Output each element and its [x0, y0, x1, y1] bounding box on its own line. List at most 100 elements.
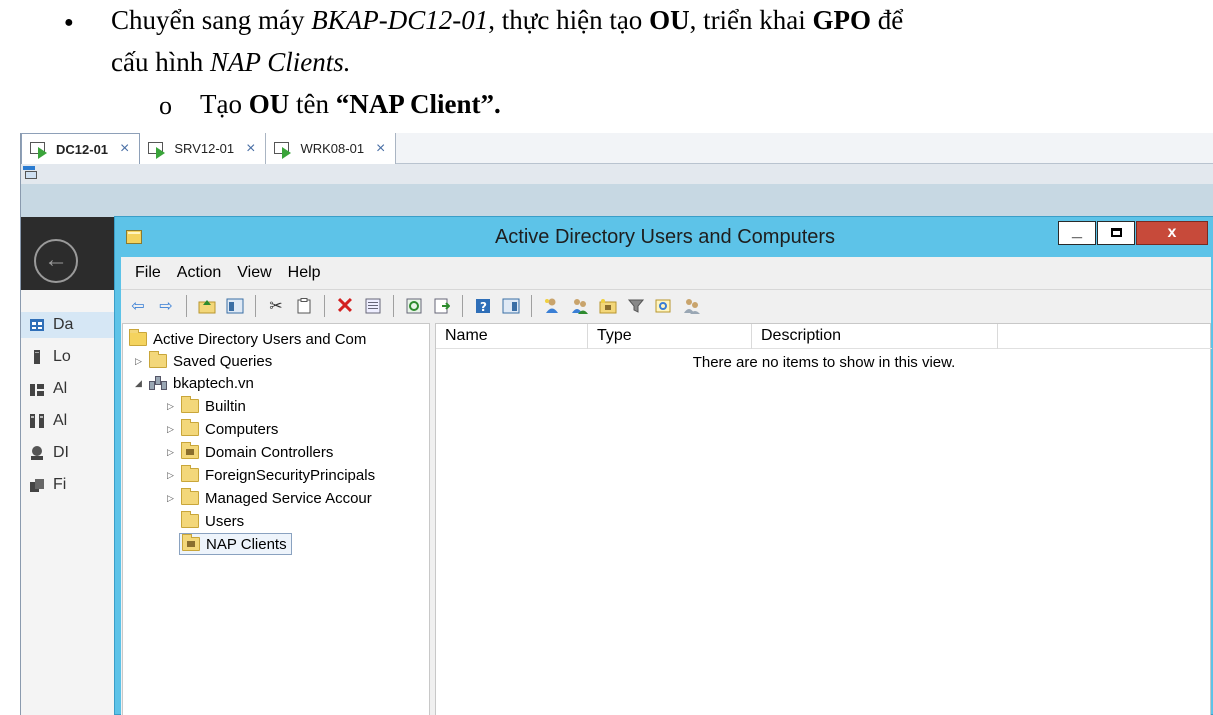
nav-item-dns[interactable]: DI: [29, 440, 121, 466]
collapse-icon[interactable]: ◢: [135, 378, 149, 389]
column-name[interactable]: Name: [436, 324, 588, 349]
delete-icon[interactable]: ✕: [334, 293, 356, 318]
instruction-line-1: Chuyển sang máy BKAP-DC12-01, thực hiện …: [111, 5, 904, 35]
details-pane: Name Type Description There are no items…: [435, 323, 1212, 715]
maximize-button[interactable]: [1097, 221, 1135, 245]
vm-tabs: DC12-01 × SRV12-01 × WRK08-01 ×: [21, 133, 1213, 164]
folder-icon: [181, 396, 199, 413]
vm-connect-icon: [28, 139, 50, 159]
folder-icon: [181, 511, 199, 528]
empty-message: There are no items to show in this view.: [692, 354, 956, 371]
expand-icon[interactable]: ▷: [167, 424, 181, 435]
filter-icon[interactable]: [625, 295, 647, 317]
menu-bar: File Action View Help: [121, 257, 1211, 289]
refresh-icon[interactable]: [403, 295, 425, 317]
tree-item-builtin[interactable]: ▷ Builtin: [167, 395, 246, 417]
forward-icon[interactable]: ⇨: [155, 295, 177, 317]
toolbar-separator: [531, 294, 532, 317]
new-group-icon[interactable]: [569, 295, 591, 317]
show-hide-action-pane-icon[interactable]: [500, 295, 522, 317]
up-folder-icon[interactable]: [196, 295, 218, 317]
toolbar-separator: [393, 294, 394, 317]
folder-icon: [181, 419, 199, 436]
toolbar-separator: [324, 294, 325, 317]
minimize-button[interactable]: _: [1058, 221, 1096, 245]
tree-item-domain[interactable]: ◢ bkaptech.vn: [135, 372, 254, 394]
copy-icon[interactable]: [293, 295, 315, 317]
maximize-icon: [1110, 228, 1122, 237]
aduc-window: Active Directory Users and Computers _ x…: [114, 216, 1213, 715]
svg-text:?: ?: [480, 300, 487, 314]
expand-icon[interactable]: ▷: [167, 470, 181, 481]
close-icon[interactable]: ×: [246, 140, 255, 158]
toolbar-separator: [462, 294, 463, 317]
export-list-icon[interactable]: [431, 295, 453, 317]
properties-icon[interactable]: [362, 295, 384, 317]
title-bar[interactable]: Active Directory Users and Computers _ x: [115, 217, 1213, 257]
tree-item-nap-clients[interactable]: NAP Clients: [179, 533, 292, 555]
tab-wrk08-01[interactable]: WRK08-01 ×: [266, 133, 397, 164]
tree-item-managed-service-accounts[interactable]: ▷ Managed Service Accour: [167, 487, 372, 509]
console-tree: Active Directory Users and Com ▷ Saved Q…: [122, 323, 430, 715]
close-button[interactable]: x: [1136, 221, 1208, 245]
ad-icon: [30, 414, 44, 428]
expand-icon[interactable]: ▷: [167, 447, 181, 458]
column-type[interactable]: Type: [588, 324, 752, 349]
menu-help[interactable]: Help: [280, 264, 329, 282]
remote-desktop: ← Da Lo Al Al DI Fi Active Directory Use…: [20, 184, 1213, 715]
toolbar-separator: [255, 294, 256, 317]
ou-folder-icon: [181, 442, 199, 459]
close-icon[interactable]: ×: [120, 140, 129, 158]
nav-item-ad[interactable]: Al: [29, 408, 121, 434]
tree-root[interactable]: Active Directory Users and Com: [129, 328, 366, 350]
bullet-filled: ●: [64, 14, 74, 31]
console-icon[interactable]: [23, 166, 39, 180]
dns-icon: [31, 446, 43, 460]
document-text: ● Chuyển sang máy BKAP-DC12-01, thực hiệ…: [0, 0, 1213, 132]
new-user-icon[interactable]: [541, 295, 563, 317]
nav-item-all-servers[interactable]: Al: [29, 376, 121, 402]
column-description[interactable]: Description: [752, 324, 998, 349]
instruction-line-2: cấu hình NAP Clients.: [111, 47, 351, 77]
tab-dc12-01[interactable]: DC12-01 ×: [21, 133, 141, 164]
expand-icon[interactable]: ▷: [135, 356, 149, 367]
nav-item-file-services[interactable]: Fi: [29, 472, 121, 498]
folder-icon: [149, 351, 167, 368]
menu-file[interactable]: File: [127, 264, 169, 282]
content-area: Active Directory Users and Com ▷ Saved Q…: [121, 321, 1212, 715]
tree-item-users[interactable]: Users: [181, 510, 244, 532]
nav-item-dashboard[interactable]: Da: [21, 312, 121, 338]
back-icon[interactable]: ⇦: [127, 295, 149, 317]
back-arrow-icon[interactable]: ←: [34, 239, 78, 283]
tab-label: DC12-01: [56, 141, 109, 157]
help-icon[interactable]: ?: [472, 295, 494, 317]
new-ou-icon[interactable]: [597, 295, 619, 317]
menu-view[interactable]: View: [229, 264, 279, 282]
folder-icon: [181, 488, 199, 505]
server-manager-nav: Da Lo Al Al DI Fi: [21, 290, 121, 715]
column-headers: Name Type Description: [436, 324, 1212, 349]
tree-item-domain-controllers[interactable]: ▷ Domain Controllers: [167, 441, 333, 463]
close-icon[interactable]: ×: [376, 140, 385, 158]
find-icon[interactable]: [653, 295, 675, 317]
show-hide-console-tree-icon[interactable]: [224, 295, 246, 317]
add-to-group-icon[interactable]: [681, 295, 703, 317]
tab-label: SRV12-01: [174, 141, 235, 156]
file-services-icon: [30, 479, 44, 492]
toolbar: ⇦ ⇨ ✂ ✕ ?: [121, 289, 1211, 321]
toolbar-separator: [186, 294, 187, 317]
tree-item-foreign-security-principals[interactable]: ▷ ForeignSecurityPrincipals: [167, 464, 375, 486]
nav-item-local-server[interactable]: Lo: [29, 344, 121, 370]
tab-srv12-01[interactable]: SRV12-01 ×: [140, 133, 267, 164]
expand-icon[interactable]: ▷: [167, 493, 181, 504]
tree-item-computers[interactable]: ▷ Computers: [167, 418, 278, 440]
tab-label: WRK08-01: [300, 141, 365, 156]
menu-action[interactable]: Action: [169, 264, 229, 282]
domain-icon: [149, 375, 167, 391]
vm-connect-icon: [272, 139, 294, 159]
bullet-hollow: o: [159, 91, 172, 120]
tree-item-saved-queries[interactable]: ▷ Saved Queries: [135, 350, 272, 372]
cut-icon[interactable]: ✂: [265, 295, 287, 317]
vm-tab-strip: DC12-01 × SRV12-01 × WRK08-01 ×: [20, 133, 1213, 184]
expand-icon[interactable]: ▷: [167, 401, 181, 412]
